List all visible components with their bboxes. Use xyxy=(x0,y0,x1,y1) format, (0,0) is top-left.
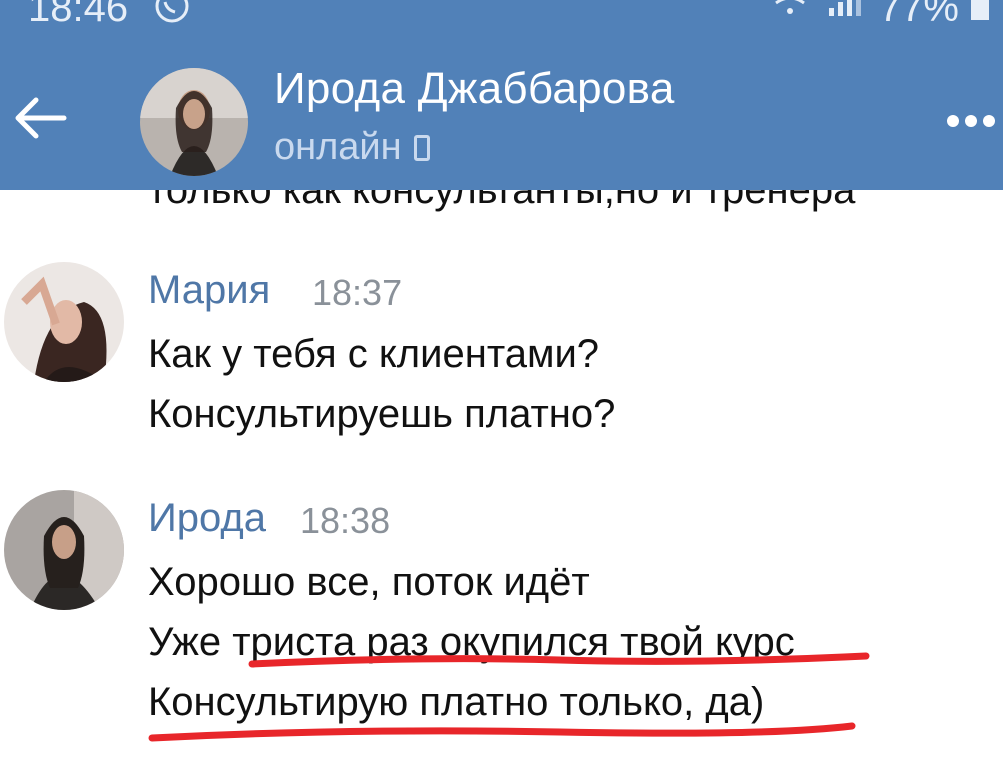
battery-percent: 77% xyxy=(878,0,959,30)
message-text: Консультируешь платно? xyxy=(148,392,616,436)
author-name[interactable]: Ирода xyxy=(148,496,266,541)
online-status-text: онлайн xyxy=(274,126,402,168)
whatsapp-icon xyxy=(155,0,189,23)
message-text: Хорошо все, поток идёт xyxy=(148,560,590,604)
mobile-phone-icon xyxy=(413,134,430,161)
contact-name[interactable]: Ирода Джаббарова xyxy=(274,64,675,114)
contact-avatar[interactable] xyxy=(140,68,248,176)
message-time: 18:38 xyxy=(300,500,391,541)
more-options-icon[interactable] xyxy=(943,110,1003,132)
signal-icon xyxy=(828,0,861,16)
status-icons: 77% xyxy=(765,0,989,30)
message-text: Уже триста раз окупился твой курс xyxy=(148,620,795,664)
author-name[interactable]: Мария xyxy=(148,268,270,313)
battery-icon xyxy=(971,0,989,20)
back-arrow-icon[interactable] xyxy=(12,96,68,140)
message-text: Консультирую платно только, да) xyxy=(148,680,765,724)
message-text: Как у тебя с клиентами? xyxy=(148,332,600,376)
underline-stroke xyxy=(148,722,856,742)
status-time: 18:46 xyxy=(28,0,129,30)
message-time: 18:37 xyxy=(312,272,403,313)
wifi-icon xyxy=(775,0,805,14)
sender-avatar[interactable] xyxy=(4,490,124,610)
contact-status: онлайн xyxy=(274,126,430,169)
sender-avatar[interactable] xyxy=(4,262,124,382)
app-header: 18:46 77% Ирода Джаббарова онлайн xyxy=(0,0,1003,190)
